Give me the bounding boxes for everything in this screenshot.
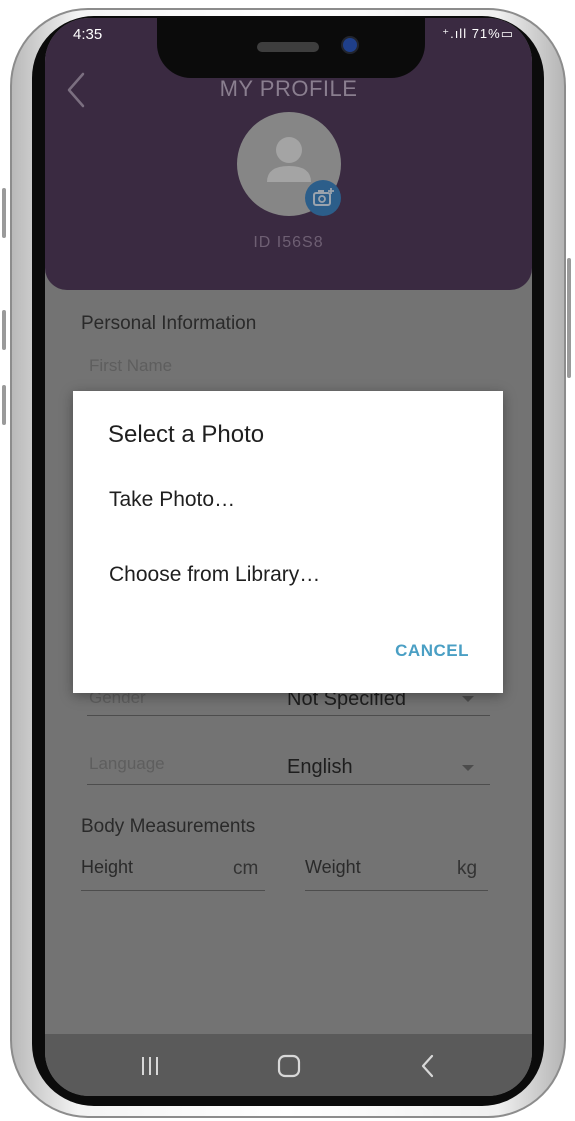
personal-info-heading: Personal Information <box>81 313 257 334</box>
height-unit: cm <box>233 858 259 879</box>
language-underline <box>87 784 490 785</box>
language-dropdown-icon[interactable] <box>462 765 474 771</box>
choose-from-library-option[interactable]: Choose from Library… <box>109 563 320 587</box>
status-indicators: ⁺.ıll 71%▭ <box>442 26 514 41</box>
system-nav-bar <box>45 1034 532 1096</box>
front-camera <box>343 38 357 52</box>
home-icon <box>277 1054 301 1078</box>
user-id: ID I56S8 <box>253 234 324 251</box>
recent-apps-icon <box>142 1057 158 1075</box>
camera-add-icon <box>313 188 334 206</box>
gender-underline <box>87 715 490 716</box>
height-underline <box>81 890 265 891</box>
speaker-grille <box>257 42 319 52</box>
select-photo-dialog: Select a Photo Take Photo… Choose from L… <box>73 391 503 693</box>
power-button <box>567 258 571 378</box>
height-input[interactable]: Height <box>81 857 133 878</box>
weight-underline <box>305 890 488 891</box>
recent-apps-button[interactable] <box>111 1034 191 1096</box>
page-title: MY PROFILE <box>219 76 358 101</box>
weight-unit: kg <box>457 858 478 879</box>
first-name-label: First Name <box>89 356 173 375</box>
language-label: Language <box>89 754 165 773</box>
cancel-button[interactable]: CANCEL <box>395 641 469 661</box>
system-back-button[interactable] <box>387 1034 467 1096</box>
weight-input[interactable]: Weight <box>305 857 361 878</box>
language-select[interactable]: English <box>287 756 353 779</box>
take-photo-option[interactable]: Take Photo… <box>109 488 235 512</box>
volume-down-button <box>2 310 6 350</box>
change-photo-button[interactable] <box>305 180 341 216</box>
status-time: 4:35 <box>73 26 103 43</box>
body-measurements-heading: Body Measurements <box>81 816 256 837</box>
back-icon <box>421 1054 434 1078</box>
gender-dropdown-icon[interactable] <box>462 696 474 702</box>
volume-up-button <box>2 188 6 238</box>
bixby-button <box>2 385 6 425</box>
dialog-title: Select a Photo <box>108 421 265 448</box>
home-button[interactable] <box>249 1034 329 1096</box>
camera-notch <box>157 18 425 78</box>
